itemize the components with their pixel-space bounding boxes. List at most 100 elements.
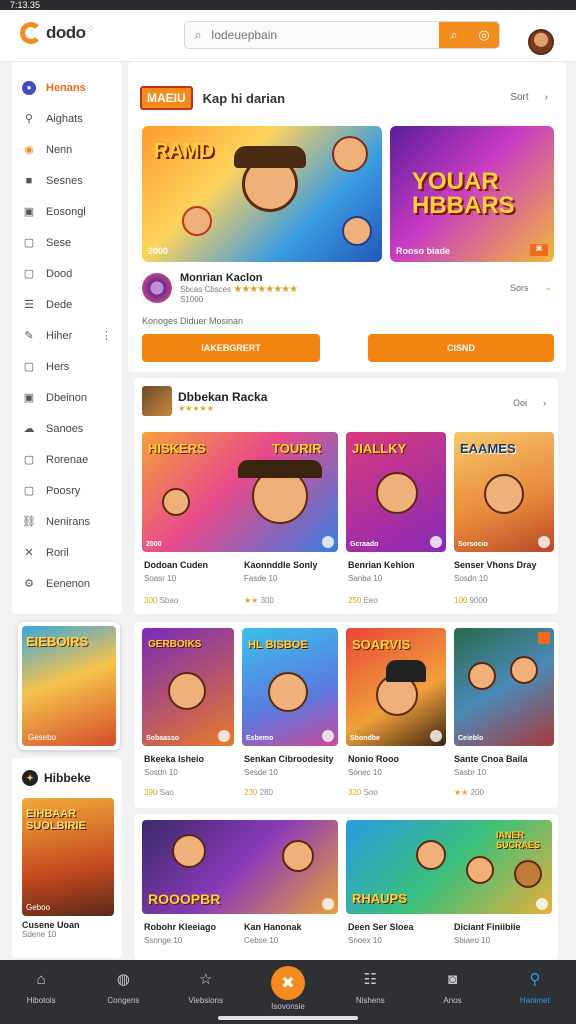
- sidebar-item-nenirans[interactable]: ⛓ Nenirans: [12, 506, 122, 537]
- game-tile[interactable]: Ceieblo: [454, 628, 554, 746]
- nav-label: Congens: [107, 996, 140, 1005]
- featured-panel: MAEIU Kap hi darian Sort › RAMD 2000 YOUA…: [128, 62, 566, 372]
- nav-item-home[interactable]: ⌂ Hibotols: [0, 960, 82, 1024]
- home-indicator[interactable]: [218, 1016, 358, 1020]
- section-stars: ★★★★★: [178, 403, 214, 413]
- game-tile[interactable]: SOARVIS Sbondbe: [346, 628, 446, 746]
- tile-title: HISKERS: [148, 441, 206, 456]
- sidebar-item-label: Henans: [46, 81, 86, 94]
- sidebar-item-sanoes[interactable]: ☁ Sanoes: [12, 413, 122, 444]
- tile-action-icon[interactable]: [322, 730, 334, 742]
- sidebar: ● Henans ⚲ Aighats ◉ Nenn ■ Sesnes ▣ Eosongl …: [12, 62, 122, 614]
- featured-game-meta: Sbcas Cbsces: [180, 285, 232, 294]
- section-more-link[interactable]: Ooi ›: [513, 398, 546, 408]
- window-icon: ▢: [23, 268, 35, 280]
- nav-item-anos[interactable]: ◙ Anos: [411, 960, 493, 1024]
- sidebar-item-sese[interactable]: ▢ Sese: [12, 227, 122, 258]
- featured-banner-2[interactable]: YOUAR HBBARS Rooso biade ▣: [390, 126, 554, 262]
- game-tile[interactable]: ROOOPBR: [142, 820, 338, 914]
- tile-action-icon[interactable]: [430, 730, 442, 742]
- nav-label: Viebsions: [188, 996, 223, 1005]
- promo-image: EIEBOIRS Gesebo: [22, 626, 116, 746]
- user-avatar[interactable]: [528, 29, 554, 55]
- game-sub: Sasbr 10: [454, 768, 487, 777]
- sidebar-item-nenn[interactable]: ◉ Nenn: [12, 134, 122, 165]
- tile-action-icon[interactable]: [538, 536, 550, 548]
- tile-action-icon[interactable]: [218, 730, 230, 742]
- bottom-nav: ⌂ Hibotols ◍ Congens ☆ Viebsions ✖ Isovonsie…: [0, 960, 576, 1024]
- sidebar-item-henans[interactable]: ● Henans: [12, 72, 122, 103]
- sidebar-widget: ✦ Hibbeke EIHBAAR SUOLBIRIE Geboo Cusene …: [12, 758, 122, 958]
- game-name: Robohr Kleeiago: [144, 922, 217, 932]
- game-rating: 390 Sao: [144, 788, 174, 797]
- link-icon: ⛓: [22, 516, 36, 528]
- featured-banner-1[interactable]: RAMD 2000: [142, 126, 382, 262]
- widget-game-image[interactable]: EIHBAAR SUOLBIRIE Geboo: [22, 798, 114, 916]
- rating-label: Eeo: [363, 596, 378, 605]
- game-rating: 320 Soo: [348, 788, 378, 797]
- search-bar[interactable]: ⌕ ⌕ ◎: [184, 21, 500, 49]
- voice-search-button[interactable]: ◎: [469, 22, 499, 48]
- sidebar-item-sesnes[interactable]: ■ Sesnes: [12, 165, 122, 196]
- search-input[interactable]: [211, 28, 439, 42]
- nav-item-viebsions[interactable]: ☆ Viebsions: [165, 960, 247, 1024]
- rating-value: ★★: [244, 596, 259, 605]
- widget-title: Hibbeke: [44, 771, 91, 785]
- tile-title: ROOOPBR: [148, 891, 221, 907]
- nav-label: Hanimet: [519, 996, 550, 1005]
- sidebar-item-dood[interactable]: ▢ Dood: [12, 258, 122, 289]
- game-tile[interactable]: HISKERS TOURIR 2000: [142, 432, 338, 552]
- nav-item-hanimet[interactable]: ⚲ Hanimet: [494, 960, 576, 1024]
- app-logo[interactable]: dodo ⁘: [20, 22, 95, 44]
- sidebar-item-aighats[interactable]: ⚲ Aighats: [12, 103, 122, 134]
- featured-game-action[interactable]: Sors ⌄: [510, 282, 552, 293]
- nav-item-center[interactable]: ✖ Isovonsie: [247, 960, 329, 1024]
- tile-action-icon[interactable]: [536, 898, 548, 910]
- sidebar-item-dbeinon[interactable]: ▣ Dbeinon: [12, 382, 122, 413]
- sidebar-item-poosry[interactable]: ▢ Poosry: [12, 475, 122, 506]
- sort-link[interactable]: Sort ›: [510, 92, 548, 103]
- nav-item-congens[interactable]: ◍ Congens: [82, 960, 164, 1024]
- tile-action-icon[interactable]: [322, 536, 334, 548]
- promo-label: Gesebo: [28, 733, 57, 742]
- edit-icon: ✎: [24, 330, 34, 342]
- featured-title: Kap hi darian: [202, 90, 286, 106]
- sidebar-item-roril[interactable]: ✕ Roril: [12, 537, 122, 568]
- sidebar-item-eosongl[interactable]: ▣ Eosongl: [12, 196, 122, 227]
- secondary-action-button[interactable]: CISND: [368, 334, 554, 362]
- game-sub: Sesde 10: [244, 768, 278, 777]
- sidebar-item-label: Nenirans: [46, 515, 91, 528]
- trophy-icon: ✦: [22, 770, 38, 786]
- game-rating: 300 Sbao: [144, 596, 178, 605]
- featured-game-row[interactable]: Monrian Kaclon Sbcas Cbsces ★★★★★★★★ S10…: [142, 272, 298, 304]
- sidebar-item-hers[interactable]: ▢ Hers: [12, 351, 122, 382]
- sidebar-promo-card[interactable]: EIEBOIRS Gesebo: [18, 622, 120, 750]
- game-name: Senser Vhons Dray: [454, 560, 537, 570]
- search-button[interactable]: ⌕: [439, 22, 469, 48]
- primary-action-button[interactable]: IAKEBGRERT: [142, 334, 320, 362]
- game-tile[interactable]: HL BISBOE Esbemo: [242, 628, 338, 746]
- section-more-label: Ooi: [512, 398, 527, 408]
- tile-action-icon[interactable]: [538, 632, 550, 644]
- character-face: [282, 840, 314, 872]
- game-tile[interactable]: EAAMES Sorsocio: [454, 432, 554, 552]
- game-tile[interactable]: RHAUPS IANER SUCRAES: [346, 820, 552, 914]
- game-tile[interactable]: JIALLKY Gcraado: [346, 432, 446, 552]
- nav-item-nishens[interactable]: ☷ Nishens: [329, 960, 411, 1024]
- tile-action-icon[interactable]: [322, 898, 334, 910]
- more-vert-icon[interactable]: ⋮: [101, 329, 112, 342]
- tile-label: Sorsocio: [458, 541, 488, 548]
- list-icon: ☰: [24, 299, 34, 311]
- tile-action-icon[interactable]: [430, 536, 442, 548]
- sidebar-item-hiher[interactable]: ✎ Hiher ⋮: [12, 320, 122, 351]
- widget-game-sub: Sdene 10: [22, 930, 57, 939]
- tile-title: GERBOIKS: [148, 639, 202, 650]
- nav-label: Isovonsie: [271, 1002, 305, 1011]
- sidebar-item-dede[interactable]: ☰ Dede: [12, 289, 122, 320]
- game-rating: ★★ 300: [244, 596, 274, 605]
- sidebar-item-rorenae[interactable]: ▢ Rorenae: [12, 444, 122, 475]
- sidebar-item-eenenon[interactable]: ⚙ Eenenon: [12, 568, 122, 599]
- character-figure: [332, 136, 368, 172]
- rating-label: Soo: [363, 788, 378, 797]
- game-tile[interactable]: GERBOIKS Sobaasso: [142, 628, 234, 746]
